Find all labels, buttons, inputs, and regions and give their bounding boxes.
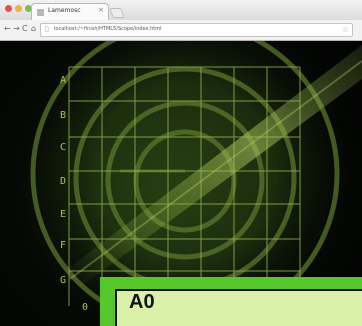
back-icon[interactable]: ← [4, 24, 11, 34]
star-icon[interactable]: ☆ [342, 25, 349, 34]
close-window-button[interactable] [5, 5, 12, 12]
row-label-f: F [60, 240, 67, 251]
address-bar[interactable]: ▯ localhost:/~finish/HTML5/Scope/index.h… [40, 23, 353, 37]
radar-page: A B C D E F G 0 A0 [0, 41, 362, 326]
minimize-window-button[interactable] [15, 5, 22, 12]
tab-bar: Lamemosc × [0, 0, 362, 20]
browser-tab[interactable]: Lamemosc × [31, 3, 109, 20]
url-text: localhost:/~finish/HTML5/Scope/index.htm… [54, 26, 162, 32]
row-label-b: B [60, 110, 67, 121]
reload-icon[interactable]: C [22, 24, 28, 34]
row-label-g: G [60, 275, 67, 286]
forward-icon[interactable]: → [13, 24, 20, 34]
window-controls [5, 5, 32, 12]
new-tab-button[interactable] [109, 8, 125, 18]
row-label-c: C [60, 142, 67, 153]
page-icon: ▯ [45, 25, 49, 33]
row-label-e: E [60, 209, 67, 220]
row-label-d: D [60, 176, 67, 187]
browser-window: Lamemosc × ← → C ⌂ ▯ localhost:/~finish/… [0, 0, 362, 326]
browser-toolbar: ← → C ⌂ ▯ localhost:/~finish/HTML5/Scope… [0, 20, 362, 41]
home-icon[interactable]: ⌂ [31, 24, 36, 34]
panel-title: A0 [129, 291, 155, 313]
row-label-a: A [60, 75, 67, 86]
close-icon[interactable]: × [98, 6, 104, 14]
page-icon [37, 9, 44, 16]
selection-panel: A0 [100, 277, 362, 326]
column-label-0: 0 [82, 302, 89, 313]
tab-title: Lamemosc [48, 7, 81, 14]
selection-panel-inner: A0 [115, 289, 362, 326]
